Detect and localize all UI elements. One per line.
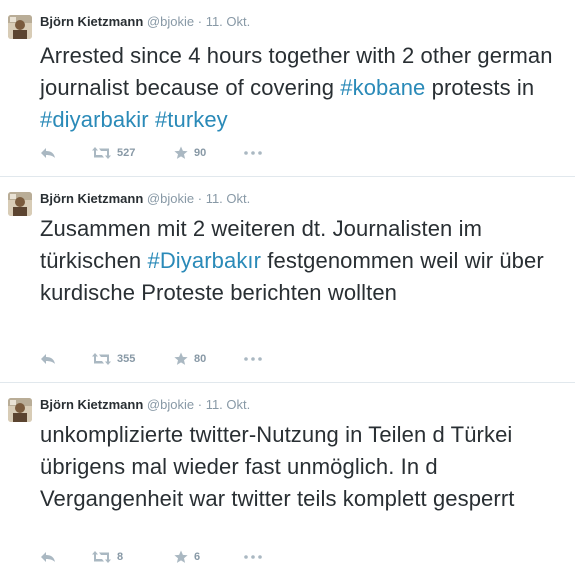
hashtag-link[interactable]: #kobane xyxy=(340,75,425,100)
tweet-header: Björn Kietzmann @bjokie · 11. Okt. xyxy=(40,190,250,208)
tweet-text: Arrested since 4 hours together with 2 o… xyxy=(40,40,567,136)
favorite-count: 90 xyxy=(194,147,207,159)
hashtag-link[interactable]: #Diyarbakır xyxy=(147,248,261,273)
reply-icon xyxy=(41,552,55,562)
tweet-text: unkomplizierte twitter-Nutzung in Teilen… xyxy=(40,422,515,511)
retweet-count: 527 xyxy=(117,147,136,159)
retweet-count: 355 xyxy=(117,353,136,365)
separator: · xyxy=(197,14,203,29)
username[interactable]: @bjokie xyxy=(147,397,194,412)
more-button[interactable] xyxy=(244,151,274,155)
separator: · xyxy=(197,191,203,206)
fullname[interactable]: Björn Kietzmann xyxy=(40,397,143,412)
fullname[interactable]: Björn Kietzmann xyxy=(40,191,143,206)
more-icon xyxy=(244,357,262,361)
avatar[interactable] xyxy=(8,15,32,39)
reply-icon xyxy=(41,148,55,158)
tweet[interactable]: Björn Kietzmann @bjokie · 11. Okt. Arres… xyxy=(0,0,575,177)
favorite-count: 6 xyxy=(194,551,201,563)
reply-icon xyxy=(41,354,55,364)
more-button[interactable] xyxy=(244,555,274,559)
favorite-button[interactable]: 80 xyxy=(174,352,244,366)
more-icon xyxy=(244,555,262,559)
text-segment: protests in xyxy=(425,75,535,100)
timestamp[interactable]: 11. Okt. xyxy=(206,14,251,29)
star-icon xyxy=(174,550,188,563)
timestamp[interactable]: 11. Okt. xyxy=(206,397,251,412)
more-button[interactable] xyxy=(244,357,274,361)
reply-button[interactable] xyxy=(40,551,92,563)
tweet[interactable]: Björn Kietzmann @bjokie · 11. Okt. unkom… xyxy=(0,383,575,581)
tweet-actions: 527 90 xyxy=(40,143,274,163)
retweet-icon xyxy=(92,551,111,563)
tweet-actions: 355 80 xyxy=(40,349,274,369)
reply-button[interactable] xyxy=(40,353,92,365)
timestamp[interactable]: 11. Okt. xyxy=(206,191,251,206)
fullname[interactable]: Björn Kietzmann xyxy=(40,14,143,29)
avatar-image xyxy=(8,192,32,216)
tweet-text: Zusammen mit 2 weiteren dt. Journalisten… xyxy=(40,213,567,309)
star-icon xyxy=(174,146,188,159)
retweet-button[interactable]: 355 xyxy=(92,353,174,365)
favorite-count: 80 xyxy=(194,353,207,365)
hashtag-link[interactable]: #turkey xyxy=(155,107,228,132)
avatar-image xyxy=(8,15,32,39)
more-icon xyxy=(244,151,262,155)
timeline: Björn Kietzmann @bjokie · 11. Okt. Arres… xyxy=(0,0,575,581)
retweet-icon xyxy=(92,353,111,365)
tweet-header: Björn Kietzmann @bjokie · 11. Okt. xyxy=(40,13,250,31)
avatar[interactable] xyxy=(8,398,32,422)
retweet-icon xyxy=(92,147,111,159)
reply-button[interactable] xyxy=(40,147,92,159)
avatar-image xyxy=(8,398,32,422)
retweet-count: 8 xyxy=(117,551,124,563)
avatar[interactable] xyxy=(8,192,32,216)
retweet-button[interactable]: 8 xyxy=(92,551,174,563)
username[interactable]: @bjokie xyxy=(147,14,194,29)
tweet-actions: 8 6 xyxy=(40,547,274,567)
tweet[interactable]: Björn Kietzmann @bjokie · 11. Okt. Zusam… xyxy=(0,177,575,383)
username[interactable]: @bjokie xyxy=(147,191,194,206)
favorite-button[interactable]: 90 xyxy=(174,146,244,160)
tweet-header: Björn Kietzmann @bjokie · 11. Okt. xyxy=(40,396,250,414)
favorite-button[interactable]: 6 xyxy=(174,550,244,564)
retweet-button[interactable]: 527 xyxy=(92,147,174,159)
star-icon xyxy=(174,352,188,365)
separator: · xyxy=(197,397,203,412)
hashtag-link[interactable]: #diyarbakir xyxy=(40,107,149,132)
